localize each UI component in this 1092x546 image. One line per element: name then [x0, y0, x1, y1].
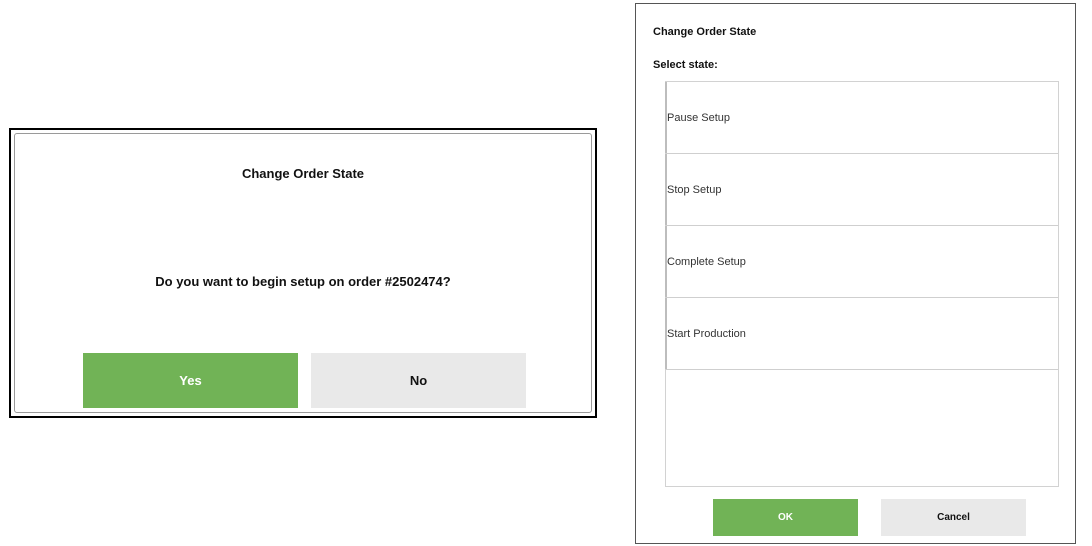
- state-dialog-title: Change Order State: [653, 26, 757, 38]
- confirm-dialog-title: Change Order State: [241, 166, 365, 181]
- select-state-label: Select state:: [653, 59, 718, 71]
- state-option-label: Stop Setup: [667, 183, 722, 196]
- state-option-complete-setup[interactable]: Complete Setup: [665, 226, 1058, 298]
- ok-button[interactable]: OK: [713, 499, 858, 536]
- state-select-dialog: Change Order State Select state: Pause S…: [635, 3, 1076, 544]
- yes-button[interactable]: Yes: [83, 353, 298, 408]
- confirm-dialog-message: Do you want to begin setup on order #250…: [155, 274, 451, 289]
- screenshot-stage: Change Order State Do you want to begin …: [0, 0, 1092, 546]
- state-option-label: Pause Setup: [667, 111, 730, 124]
- state-option-label: Complete Setup: [667, 255, 746, 268]
- state-option-stop-setup[interactable]: Stop Setup: [665, 154, 1058, 226]
- state-option-start-production[interactable]: Start Production: [665, 298, 1058, 370]
- state-list: Pause Setup Stop Setup Complete Setup St…: [665, 81, 1059, 487]
- cancel-button[interactable]: Cancel: [881, 499, 1026, 536]
- confirm-dialog: Change Order State Do you want to begin …: [9, 128, 597, 418]
- state-option-pause-setup[interactable]: Pause Setup: [665, 82, 1058, 154]
- confirm-dialog-panel: Change Order State Do you want to begin …: [14, 133, 592, 413]
- no-button[interactable]: No: [311, 353, 526, 408]
- state-option-label: Start Production: [667, 327, 746, 340]
